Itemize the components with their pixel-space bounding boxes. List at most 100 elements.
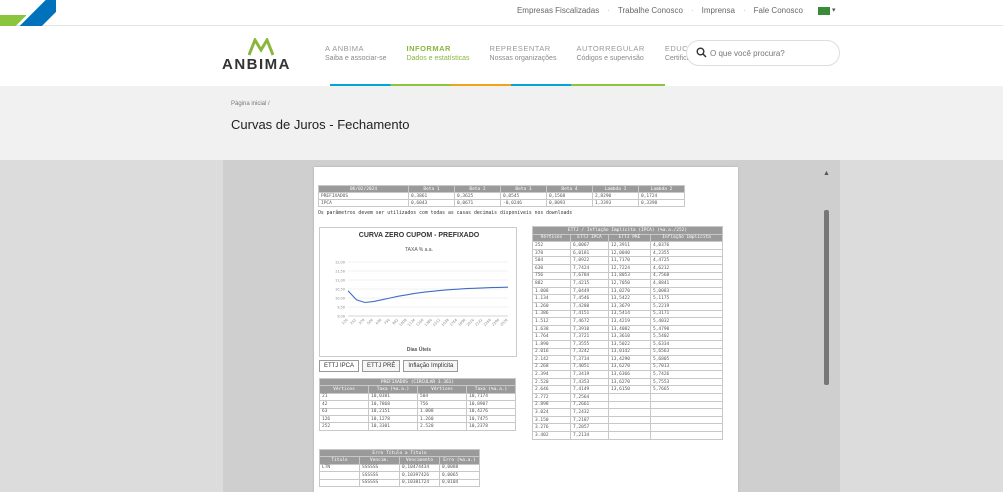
- nav-item-informar[interactable]: INFORMAR Dados e estatísticas: [406, 44, 469, 64]
- table-header-row: Vértices Taxa (%a.a.) Vértices Taxa (%a.…: [319, 385, 516, 394]
- x-tick-label: 1134: [407, 317, 417, 327]
- table-cell: 504: [532, 256, 571, 265]
- table-cell: 4,6212: [650, 263, 723, 273]
- table-cell: 7,3419: [570, 370, 609, 379]
- table-cell: 13,6270: [608, 362, 651, 372]
- breadcrumb[interactable]: Página inicial /: [231, 101, 270, 107]
- table-cell: 7,7424: [570, 263, 609, 273]
- table-row: PREFIXADOS 0,3861 0,3625 0,0545 0,1568 2…: [318, 192, 685, 200]
- table-cell: 13,4290: [608, 355, 651, 364]
- link-fale-conosco[interactable]: Fale Conosco: [754, 6, 803, 15]
- table-row: 630 7,7424 12,7224 4,6212: [532, 263, 723, 273]
- table-cell: Lambda 2: [638, 185, 685, 193]
- table-cell: 2,8290: [592, 192, 639, 200]
- table-cell: 1.008: [532, 286, 571, 296]
- table-row: 378 6,0181 12,0040 4,2355: [532, 248, 723, 258]
- table-cell: 2.394: [532, 370, 571, 379]
- table-cell: SSSSSS: [359, 463, 400, 473]
- table-cell: [650, 408, 723, 417]
- x-tick-label: 1008: [399, 318, 408, 327]
- table-row: 1.260 7,4280 13,3679 5,2219: [532, 301, 723, 311]
- logo-text[interactable]: ANBIMA: [222, 56, 291, 73]
- table-cell: 42: [319, 400, 369, 409]
- table-cell: 2.520: [532, 377, 571, 387]
- tab-ettj-ipca[interactable]: ETTJ IPCA: [319, 360, 360, 372]
- link-imprensa[interactable]: Imprensa: [702, 6, 735, 15]
- chevron-down-icon[interactable]: ▾: [832, 6, 836, 14]
- nav-item-anbima[interactable]: A ANBIMA Saiba e associar-se: [325, 44, 386, 64]
- search-input[interactable]: O que você procura?: [710, 49, 785, 58]
- table-row: 3.402 7,2134: [532, 431, 723, 440]
- table-cell: 06/02/2024: [318, 185, 409, 193]
- page-title: Curvas de Juros - Fechamento: [231, 117, 410, 132]
- table-cell: 7,3910: [570, 324, 609, 334]
- table-row: 1.638 7,3910 13,4082 5,4790: [532, 324, 723, 334]
- table-cell: 882: [532, 279, 571, 288]
- viewer-scrollbar[interactable]: ▲: [821, 168, 833, 492]
- table-row: 882 7,4215 12,7050 4,8841: [532, 279, 723, 288]
- language-flag-icon[interactable]: [818, 7, 830, 15]
- table-cell: 13,5022: [608, 339, 651, 349]
- table-row: 2.898 7,2661: [532, 400, 723, 410]
- table-cell: 7,0449: [570, 286, 609, 296]
- search-icon[interactable]: [696, 47, 707, 58]
- table-cell: Taxa (%a.a.): [368, 385, 418, 394]
- table-cell: 10,7174: [466, 392, 516, 402]
- table-cell: 0,0104: [439, 478, 480, 487]
- link-empresas-fiscalizadas[interactable]: Empresas Fiscalizadas: [517, 6, 599, 15]
- table-cell: 4,7568: [650, 271, 723, 281]
- y-tick-label: 11,00: [335, 279, 345, 283]
- table-cell: [319, 471, 360, 480]
- scroll-up-icon[interactable]: ▲: [823, 170, 830, 177]
- table-cell: 13,5422: [608, 294, 651, 303]
- table-cell: 0,10381724: [399, 478, 440, 487]
- tab-inflacao-implicita[interactable]: Inflação Implícita: [403, 360, 459, 372]
- tab-ettj-pre[interactable]: ETTJ PRÉ: [362, 360, 401, 372]
- x-tick-label: 126: [341, 318, 349, 326]
- table-cell: 12,7224: [608, 263, 651, 273]
- x-tick-label: 2142: [474, 318, 483, 327]
- table-cell: 2.016: [532, 347, 571, 357]
- nav-item-representar[interactable]: REPRESENTAR Nossas organizações: [490, 44, 557, 64]
- x-tick-label: 1260: [415, 318, 424, 327]
- table-cell: 7,0922: [570, 256, 609, 265]
- table-cell: 5,7013: [650, 362, 723, 372]
- table-cell: 5,7665: [650, 385, 723, 395]
- table-cell: 7,4546: [570, 294, 609, 303]
- scrollbar-thumb[interactable]: [824, 210, 829, 385]
- table-cell: 7,2057: [570, 423, 609, 433]
- link-trabalhe-conosco[interactable]: Trabalhe Conosco: [618, 6, 683, 15]
- table-cell: 7,4149: [570, 385, 609, 395]
- table-row: SSSSSS 0,10381724 0,0104: [319, 478, 480, 487]
- table-row: 1.890 7,3555 13,5022 5,6334: [532, 339, 723, 349]
- table-cell: 2.898: [532, 400, 571, 410]
- x-tick-label: 630: [375, 318, 383, 326]
- table-row: 504 7,0922 11,7170 4,4725: [532, 256, 723, 265]
- table-cell: 5,2219: [650, 301, 723, 311]
- table-cell: 7,4280: [570, 301, 609, 311]
- nav-subtitle: Saiba e associar-se: [325, 55, 387, 62]
- table-caption: Erro Título a Título: [319, 448, 480, 458]
- table-cell: [650, 393, 723, 402]
- table-cell: 10,2378: [466, 422, 516, 431]
- x-tick-label: 1386: [424, 318, 433, 327]
- table-row: 1.008 7,0449 13,0270 5,0083: [532, 286, 723, 296]
- table-caption: ETTJ / Inflação Implícita (IPCA) (%a.a./…: [532, 226, 723, 235]
- ettj-inflation-table: ETTJ / Inflação Implícita (IPCA) (%a.a./…: [532, 226, 723, 440]
- table-cell: ETTJ IPCA: [570, 233, 609, 243]
- table-cell: PREFIXADOS: [318, 192, 409, 200]
- table-row: 1.134 7,4546 13,5422 5,1175: [532, 294, 723, 303]
- title-section: [0, 86, 1003, 160]
- table-row: 2.142 7,3734 13,4290 5,6805: [532, 355, 723, 364]
- table-cell: 5,6563: [650, 347, 723, 357]
- table-cell: 0,1724: [638, 192, 685, 200]
- table-cell: 10,0381: [368, 392, 418, 402]
- search-box[interactable]: O que você procura?: [686, 40, 840, 66]
- table-cell: 7,2187: [570, 415, 609, 425]
- anbima-logo-icon[interactable]: [248, 38, 274, 56]
- nav-item-autorregular[interactable]: AUTORREGULAR Códigos e supervisão: [576, 44, 644, 64]
- table-cell: 1.764: [532, 332, 571, 341]
- nav-title: INFORMAR: [406, 44, 451, 53]
- table-cell: 0,3861: [408, 192, 455, 200]
- x-tick-label: 252: [350, 318, 358, 326]
